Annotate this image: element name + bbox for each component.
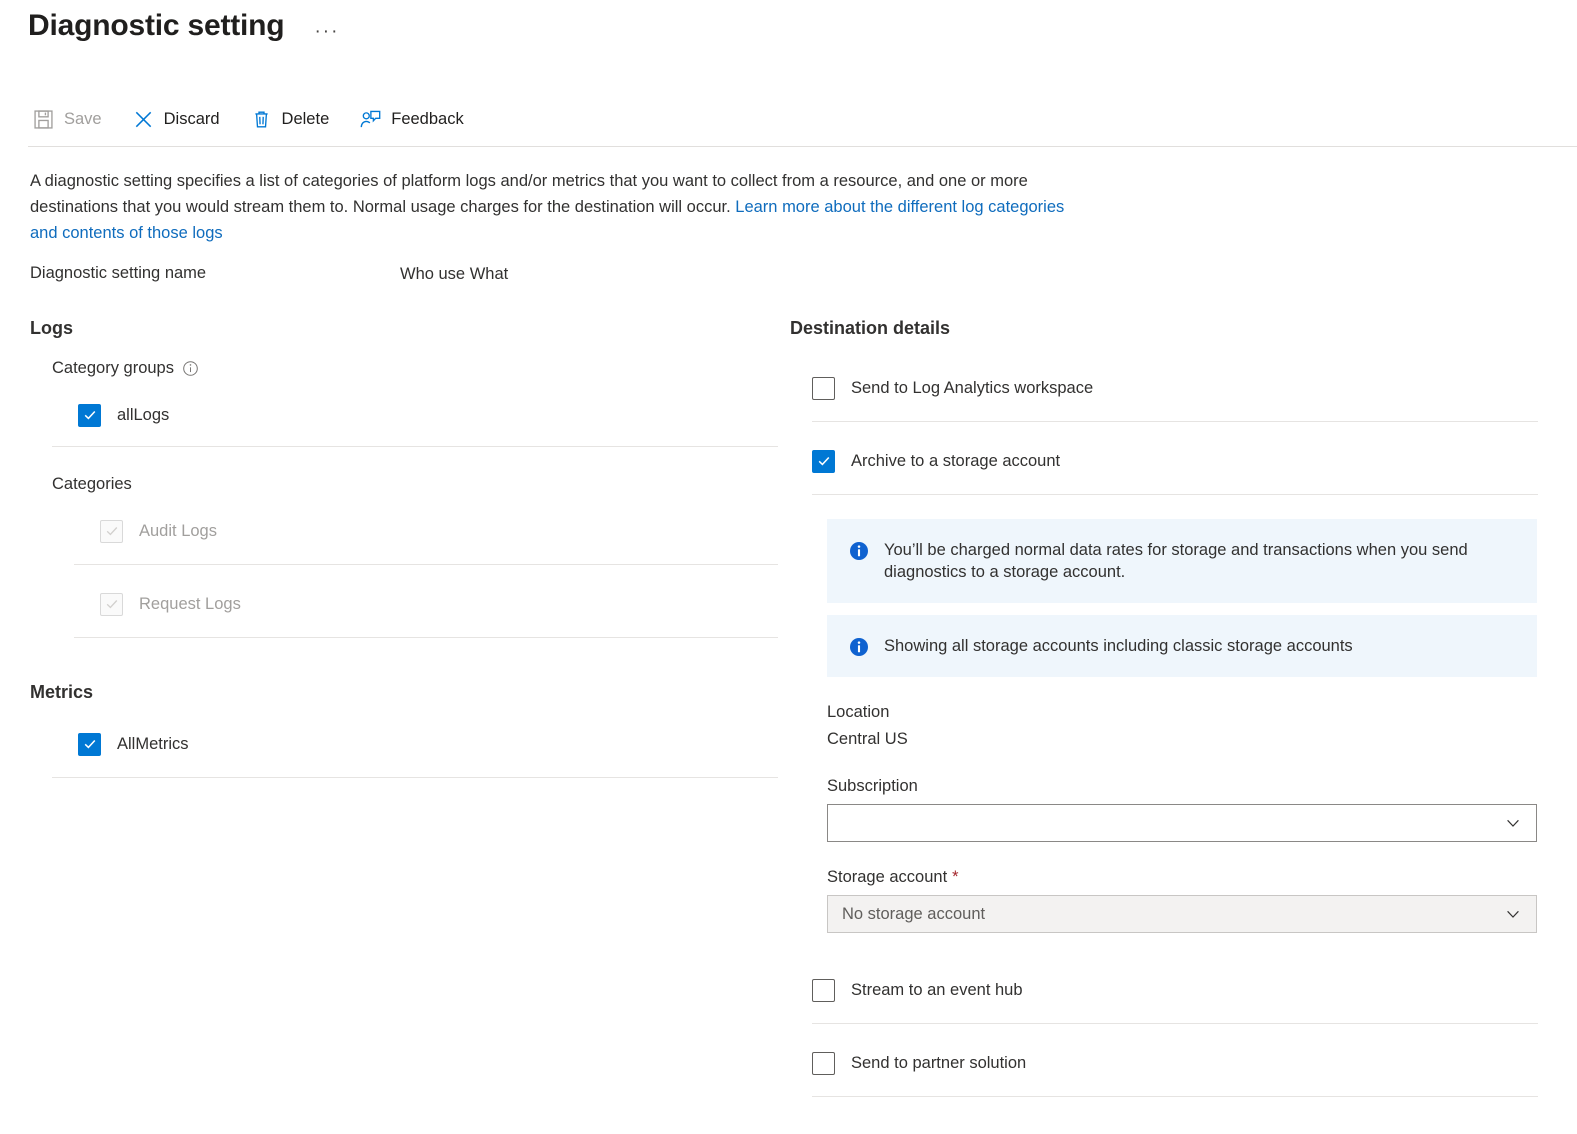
divider-after-request-logs [74,637,778,638]
page-title: Diagnostic setting [28,8,284,44]
archive-storage-label: Archive to a storage account [851,452,1060,471]
storage-account-dropdown[interactable]: No storage account [827,895,1537,933]
divider-after-event-hub [812,1023,1538,1024]
location-field: Location Central US [827,703,1537,749]
info-filled-icon [849,637,869,657]
destination-details-column: Destination details Send to Log Analytic… [790,318,1540,1097]
location-value: Central US [827,730,1537,749]
chevron-down-icon [1504,814,1522,832]
categories-label: Categories [52,475,780,494]
divider-after-archive-storage [812,494,1538,495]
checkbox-row-allmetrics[interactable]: AllMetrics [78,723,780,765]
allmetrics-checkbox[interactable] [78,733,101,756]
divider-after-audit-logs [74,564,778,565]
save-label: Save [64,110,102,129]
location-label: Location [827,703,1537,722]
destination-section-title: Destination details [790,318,1540,339]
logs-section-title: Logs [30,318,780,339]
description-text: A diagnostic setting specifies a list of… [30,168,1090,246]
checkbox-row-alllogs[interactable]: allLogs [78,394,780,436]
setting-name-value: Who use What [400,265,508,284]
storage-account-label-wrap: Storage account * [827,868,1537,887]
discard-icon [132,108,155,131]
request-logs-checkbox [100,593,123,616]
checkbox-row-audit-logs: Audit Logs [100,510,780,552]
delete-label: Delete [282,110,330,129]
discard-button[interactable]: Discard [128,104,232,135]
setting-name-label: Diagnostic setting name [30,264,206,283]
delete-button[interactable]: Delete [246,104,342,135]
classic-storage-banner-text: Showing all storage accounts including c… [884,635,1353,657]
request-logs-label: Request Logs [139,595,241,614]
alllogs-label: allLogs [117,406,169,425]
feedback-button[interactable]: Feedback [355,104,475,135]
storage-account-label: Storage account [827,868,947,887]
classic-storage-banner: Showing all storage accounts including c… [827,615,1537,677]
chevron-down-icon [1504,905,1522,923]
storage-account-field: Storage account * No storage account [827,868,1537,933]
discard-label: Discard [164,110,220,129]
feedback-label: Feedback [391,110,463,129]
more-options-icon[interactable]: ··· [314,22,339,41]
divider-after-partner-solution [812,1096,1538,1097]
audit-logs-checkbox [100,520,123,543]
checkbox-row-log-analytics[interactable]: Send to Log Analytics workspace [812,367,1540,409]
checkbox-row-partner-solution[interactable]: Send to partner solution [812,1042,1540,1084]
divider-after-log-analytics [812,421,1538,422]
delete-icon [250,108,273,131]
checkbox-row-archive-storage[interactable]: Archive to a storage account [812,440,1540,482]
command-toolbar: Save Discard Delete [28,104,490,135]
save-button[interactable]: Save [28,104,114,135]
storage-charges-banner-text: You’ll be charged normal data rates for … [884,539,1519,583]
subscription-label: Subscription [827,777,1537,796]
event-hub-checkbox[interactable] [812,979,835,1002]
storage-account-value: No storage account [842,905,985,924]
divider-after-allmetrics [52,777,778,778]
storage-charges-banner: You’ll be charged normal data rates for … [827,519,1537,603]
archive-storage-checkbox[interactable] [812,450,835,473]
log-analytics-label: Send to Log Analytics workspace [851,379,1093,398]
subscription-dropdown[interactable] [827,804,1537,842]
category-groups-header: Category groups [52,359,780,378]
category-groups-label: Category groups [52,359,174,378]
subscription-field: Subscription [827,777,1537,842]
partner-solution-label: Send to partner solution [851,1054,1026,1073]
divider-after-alllogs [52,446,778,447]
partner-solution-checkbox[interactable] [812,1052,835,1075]
info-filled-icon [849,541,869,561]
log-analytics-checkbox[interactable] [812,377,835,400]
toolbar-divider [28,146,1577,147]
alllogs-checkbox[interactable] [78,404,101,427]
metrics-section-title: Metrics [30,682,780,703]
page-header: Diagnostic setting ··· [28,8,339,44]
audit-logs-label: Audit Logs [139,522,217,541]
feedback-icon [359,108,382,131]
allmetrics-label: AllMetrics [117,735,189,754]
checkbox-row-event-hub[interactable]: Stream to an event hub [812,969,1540,1011]
logs-metrics-column: Logs Category groups allLogs Categories [30,318,780,778]
info-circle-icon[interactable] [182,360,199,377]
required-asterisk: * [952,868,958,887]
checkbox-row-request-logs: Request Logs [100,583,780,625]
event-hub-label: Stream to an event hub [851,981,1023,1000]
save-icon [32,108,55,131]
diagnostic-setting-page: Diagnostic setting ··· Save [0,0,1577,1134]
